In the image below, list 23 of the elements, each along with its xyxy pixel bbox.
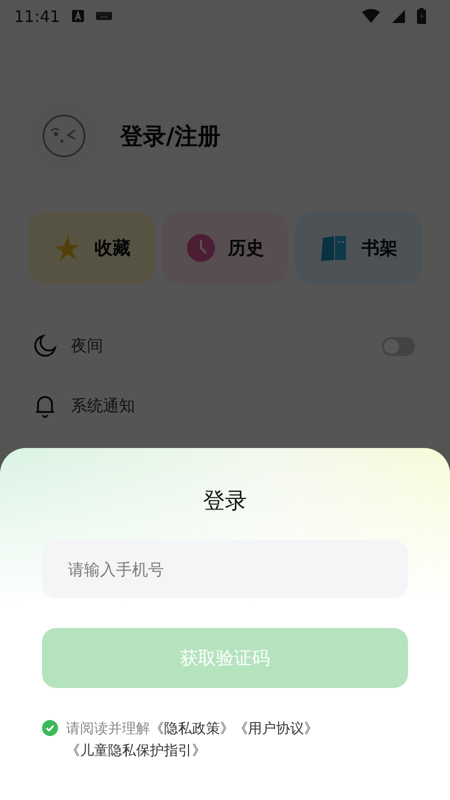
agreement-link[interactable]: 《用户协议》 (234, 721, 318, 737)
signal-icon (392, 10, 405, 22)
agreement-text: 请阅读并理解《隐私政策》《用户协议》 《儿童隐私保护指引》 (66, 720, 319, 761)
agreement-link[interactable]: 《隐私政策》 (150, 721, 234, 737)
moon-icon (33, 334, 57, 358)
sheet-title: 登录 (203, 488, 247, 516)
phone-input-field[interactable]: 请输入手机号 (42, 540, 408, 598)
agreement-link[interactable]: 《儿童隐私保护指引》 (66, 743, 206, 759)
battery-icon (417, 8, 426, 24)
shortcut-tile[interactable]: 历史 (162, 212, 288, 284)
keyboard-icon (96, 12, 112, 20)
settings-row[interactable]: 夜间 (33, 316, 415, 376)
keyboard-letter-icon (72, 10, 84, 22)
login-register-link[interactable]: 登录/注册 (120, 120, 220, 152)
clock-icon (186, 233, 216, 263)
settings-row[interactable]: 系统通知 (33, 376, 415, 436)
shortcut-tile[interactable]: 收藏 (28, 212, 155, 284)
checkbox-icon[interactable] (42, 720, 58, 736)
clock: 11:41 (14, 6, 60, 26)
wifi-icon (362, 9, 380, 23)
shortcut-tile[interactable]: 书架 (295, 212, 422, 284)
face-icon (42, 114, 86, 158)
bell-icon (33, 394, 57, 418)
